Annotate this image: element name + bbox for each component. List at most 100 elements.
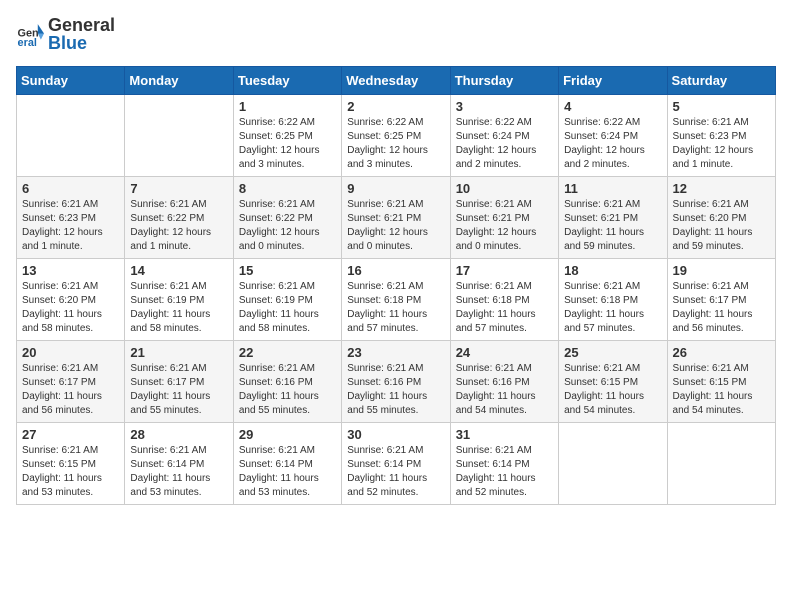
- calendar-week-row: 27Sunrise: 6:21 AM Sunset: 6:15 PM Dayli…: [17, 422, 776, 504]
- calendar-cell: 21 Sunrise: 6:21 AM Sunset: 6:17 PM Dayli…: [125, 340, 233, 422]
- day-info: Sunrise: 6:22 AM Sunset: 6:24 PM Dayligh…: [456, 116, 553, 172]
- day-info: Sunrise: 6:21 AM Sunset: 6:19 PM Dayligh…: [130, 280, 227, 336]
- day-number: 8: [239, 181, 336, 196]
- calendar-cell: 13 Sunrise: 6:21 AM Sunset: 6:20 PM Dayli…: [17, 258, 125, 340]
- calendar-cell: 31Sunrise: 6:21 AM Sunset: 6:14 PM Dayli…: [450, 422, 558, 504]
- calendar-cell: 10 Sunrise: 6:21 AM Sunset: 6:21 PM Dayli…: [450, 176, 558, 258]
- day-info: Sunrise: 6:21 AM Sunset: 6:20 PM Dayligh…: [22, 280, 119, 336]
- calendar-header-row: SundayMondayTuesdayWednesdayThursdayFrid…: [17, 66, 776, 94]
- logo-icon: Gen eral: [16, 21, 44, 49]
- day-number: 29: [239, 427, 336, 442]
- logo-blue: Blue: [48, 34, 115, 54]
- calendar-cell: 15 Sunrise: 6:21 AM Sunset: 6:19 PM Dayli…: [233, 258, 341, 340]
- calendar-cell: 6 Sunrise: 6:21 AM Sunset: 6:23 PM Daylig…: [17, 176, 125, 258]
- day-number: 30: [347, 427, 444, 442]
- calendar-cell: 23 Sunrise: 6:21 AM Sunset: 6:16 PM Dayli…: [342, 340, 450, 422]
- calendar-cell: 30 Sunrise: 6:21 AM Sunset: 6:14 PM Dayli…: [342, 422, 450, 504]
- calendar-cell: 17Sunrise: 6:21 AM Sunset: 6:18 PM Dayli…: [450, 258, 558, 340]
- day-info: Sunrise: 6:21 AM Sunset: 6:18 PM Dayligh…: [564, 280, 661, 336]
- day-number: 16: [347, 263, 444, 278]
- calendar-cell: [559, 422, 667, 504]
- svg-text:eral: eral: [18, 37, 37, 49]
- calendar-cell: 28 Sunrise: 6:21 AM Sunset: 6:14 PM Dayli…: [125, 422, 233, 504]
- day-info: Sunrise: 6:21 AM Sunset: 6:22 PM Dayligh…: [239, 198, 336, 254]
- day-number: 2: [347, 99, 444, 114]
- calendar-cell: [667, 422, 775, 504]
- calendar-week-row: 20Sunrise: 6:21 AM Sunset: 6:17 PM Dayli…: [17, 340, 776, 422]
- day-info: Sunrise: 6:21 AM Sunset: 6:23 PM Dayligh…: [673, 116, 770, 172]
- day-number: 12: [673, 181, 770, 196]
- day-info: Sunrise: 6:21 AM Sunset: 6:21 PM Dayligh…: [456, 198, 553, 254]
- calendar-table: SundayMondayTuesdayWednesdayThursdayFrid…: [16, 66, 776, 505]
- calendar-cell: 12 Sunrise: 6:21 AM Sunset: 6:20 PM Dayli…: [667, 176, 775, 258]
- day-info: Sunrise: 6:21 AM Sunset: 6:17 PM Dayligh…: [673, 280, 770, 336]
- day-info: Sunrise: 6:21 AM Sunset: 6:23 PM Dayligh…: [22, 198, 119, 254]
- calendar-week-row: 6 Sunrise: 6:21 AM Sunset: 6:23 PM Daylig…: [17, 176, 776, 258]
- day-number: 18: [564, 263, 661, 278]
- day-info: Sunrise: 6:21 AM Sunset: 6:17 PM Dayligh…: [22, 362, 119, 418]
- weekday-header: Monday: [125, 66, 233, 94]
- calendar-week-row: 1 Sunrise: 6:22 AM Sunset: 6:25 PM Daylig…: [17, 94, 776, 176]
- day-info: Sunrise: 6:21 AM Sunset: 6:15 PM Dayligh…: [22, 444, 119, 500]
- weekday-header: Thursday: [450, 66, 558, 94]
- day-number: 23: [347, 345, 444, 360]
- day-number: 10: [456, 181, 553, 196]
- day-info: Sunrise: 6:21 AM Sunset: 6:16 PM Dayligh…: [456, 362, 553, 418]
- day-info: Sunrise: 6:21 AM Sunset: 6:15 PM Dayligh…: [673, 362, 770, 418]
- day-number: 1: [239, 99, 336, 114]
- day-number: 6: [22, 181, 119, 196]
- calendar-cell: 4 Sunrise: 6:22 AM Sunset: 6:24 PM Daylig…: [559, 94, 667, 176]
- day-info: Sunrise: 6:21 AM Sunset: 6:21 PM Dayligh…: [347, 198, 444, 254]
- calendar-cell: 20Sunrise: 6:21 AM Sunset: 6:17 PM Dayli…: [17, 340, 125, 422]
- day-info: Sunrise: 6:22 AM Sunset: 6:25 PM Dayligh…: [347, 116, 444, 172]
- weekday-header: Tuesday: [233, 66, 341, 94]
- day-info: Sunrise: 6:21 AM Sunset: 6:21 PM Dayligh…: [564, 198, 661, 254]
- logo: Gen eral General Blue: [16, 16, 115, 54]
- calendar-cell: 22Sunrise: 6:21 AM Sunset: 6:16 PM Dayli…: [233, 340, 341, 422]
- calendar-cell: [125, 94, 233, 176]
- day-number: 24: [456, 345, 553, 360]
- day-info: Sunrise: 6:21 AM Sunset: 6:19 PM Dayligh…: [239, 280, 336, 336]
- day-info: Sunrise: 6:21 AM Sunset: 6:18 PM Dayligh…: [347, 280, 444, 336]
- day-info: Sunrise: 6:22 AM Sunset: 6:24 PM Dayligh…: [564, 116, 661, 172]
- day-info: Sunrise: 6:21 AM Sunset: 6:14 PM Dayligh…: [130, 444, 227, 500]
- calendar-cell: 26 Sunrise: 6:21 AM Sunset: 6:15 PM Dayli…: [667, 340, 775, 422]
- day-number: 4: [564, 99, 661, 114]
- calendar-cell: 24 Sunrise: 6:21 AM Sunset: 6:16 PM Dayli…: [450, 340, 558, 422]
- calendar-cell: 27Sunrise: 6:21 AM Sunset: 6:15 PM Dayli…: [17, 422, 125, 504]
- day-number: 19: [673, 263, 770, 278]
- day-number: 31: [456, 427, 553, 442]
- calendar-cell: 14Sunrise: 6:21 AM Sunset: 6:19 PM Dayli…: [125, 258, 233, 340]
- day-info: Sunrise: 6:21 AM Sunset: 6:16 PM Dayligh…: [239, 362, 336, 418]
- day-number: 28: [130, 427, 227, 442]
- calendar-cell: 16 Sunrise: 6:21 AM Sunset: 6:18 PM Dayli…: [342, 258, 450, 340]
- day-number: 7: [130, 181, 227, 196]
- day-number: 26: [673, 345, 770, 360]
- day-info: Sunrise: 6:21 AM Sunset: 6:14 PM Dayligh…: [347, 444, 444, 500]
- day-number: 3: [456, 99, 553, 114]
- day-info: Sunrise: 6:21 AM Sunset: 6:15 PM Dayligh…: [564, 362, 661, 418]
- calendar-cell: 19 Sunrise: 6:21 AM Sunset: 6:17 PM Dayli…: [667, 258, 775, 340]
- day-info: Sunrise: 6:21 AM Sunset: 6:17 PM Dayligh…: [130, 362, 227, 418]
- calendar-cell: 18 Sunrise: 6:21 AM Sunset: 6:18 PM Dayli…: [559, 258, 667, 340]
- calendar-cell: 3 Sunrise: 6:22 AM Sunset: 6:24 PM Daylig…: [450, 94, 558, 176]
- day-info: Sunrise: 6:21 AM Sunset: 6:16 PM Dayligh…: [347, 362, 444, 418]
- calendar-cell: 1 Sunrise: 6:22 AM Sunset: 6:25 PM Daylig…: [233, 94, 341, 176]
- day-number: 13: [22, 263, 119, 278]
- day-info: Sunrise: 6:22 AM Sunset: 6:25 PM Dayligh…: [239, 116, 336, 172]
- weekday-header: Friday: [559, 66, 667, 94]
- day-number: 25: [564, 345, 661, 360]
- day-info: Sunrise: 6:21 AM Sunset: 6:22 PM Dayligh…: [130, 198, 227, 254]
- weekday-header: Wednesday: [342, 66, 450, 94]
- day-info: Sunrise: 6:21 AM Sunset: 6:14 PM Dayligh…: [239, 444, 336, 500]
- calendar-cell: 5Sunrise: 6:21 AM Sunset: 6:23 PM Daylig…: [667, 94, 775, 176]
- calendar-cell: [17, 94, 125, 176]
- calendar-week-row: 13 Sunrise: 6:21 AM Sunset: 6:20 PM Dayli…: [17, 258, 776, 340]
- day-number: 15: [239, 263, 336, 278]
- day-info: Sunrise: 6:21 AM Sunset: 6:20 PM Dayligh…: [673, 198, 770, 254]
- day-number: 21: [130, 345, 227, 360]
- calendar-cell: 9Sunrise: 6:21 AM Sunset: 6:21 PM Daylig…: [342, 176, 450, 258]
- calendar-cell: 2 Sunrise: 6:22 AM Sunset: 6:25 PM Daylig…: [342, 94, 450, 176]
- calendar-cell: 8 Sunrise: 6:21 AM Sunset: 6:22 PM Daylig…: [233, 176, 341, 258]
- day-info: Sunrise: 6:21 AM Sunset: 6:18 PM Dayligh…: [456, 280, 553, 336]
